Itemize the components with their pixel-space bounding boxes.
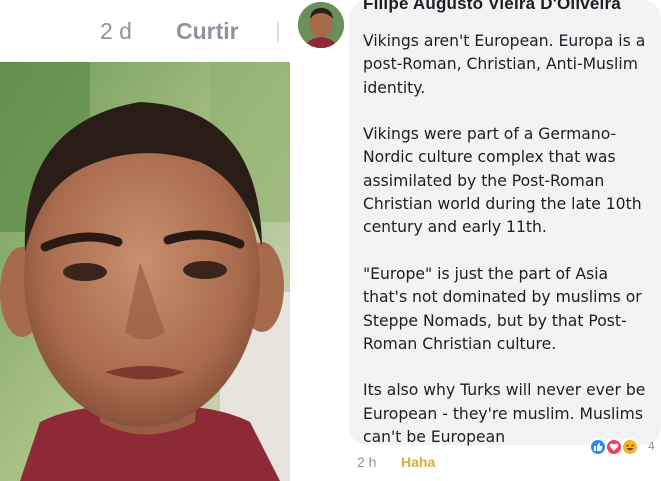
- haha-icon: [621, 438, 639, 456]
- previous-comment-time[interactable]: 2 d: [100, 18, 132, 45]
- like-button[interactable]: Curtir: [176, 18, 239, 45]
- commenter-avatar[interactable]: [298, 2, 344, 48]
- previous-comment-meta: 2 d Curtir: [0, 0, 290, 62]
- comment-text: Vikings aren't European. Europa is a pos…: [363, 30, 655, 449]
- reaction-summary[interactable]: 4: [589, 436, 661, 458]
- reaction-count: 4: [648, 439, 655, 453]
- comment-paragraph: Vikings aren't European. Europa is a pos…: [363, 32, 646, 97]
- haha-reaction-button[interactable]: Haha: [401, 454, 435, 470]
- comment-paragraph: Vikings were part of a Germano-Nordic cu…: [363, 125, 642, 237]
- comment-paragraph: "Europe" is just the part of Asia that's…: [363, 264, 642, 353]
- profile-photo[interactable]: [0, 62, 290, 481]
- comment-author-name[interactable]: Filipe Augusto Vieira D'Oliveira: [363, 0, 621, 14]
- comment-time[interactable]: 2 h: [357, 454, 376, 470]
- separator: [277, 22, 279, 42]
